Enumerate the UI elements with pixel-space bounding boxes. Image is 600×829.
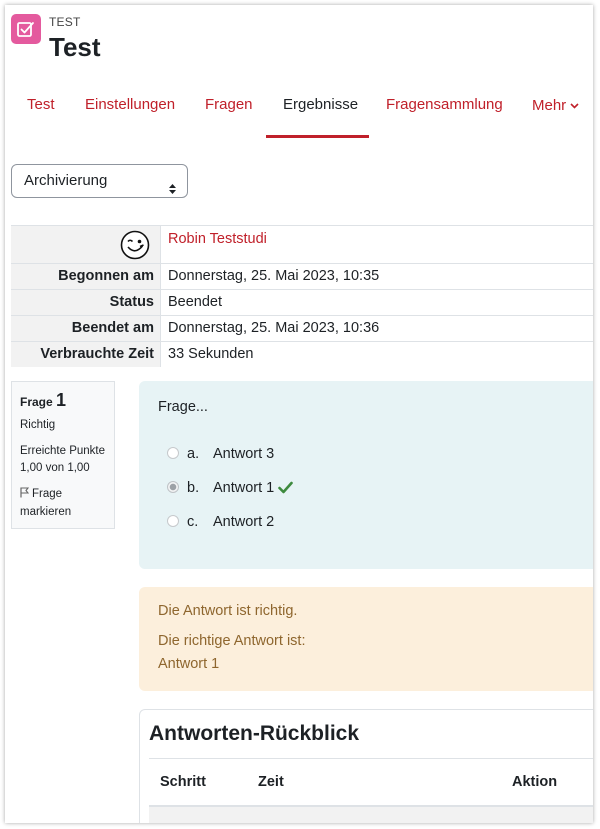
summary-label: Status bbox=[11, 290, 160, 315]
tab-einstellungen[interactable]: Einstellungen bbox=[85, 83, 175, 137]
tab-ergebnisse[interactable]: Ergebnisse bbox=[283, 83, 358, 137]
chevron-down-icon bbox=[570, 83, 579, 127]
summary-value: Donnerstag, 25. Mai 2023, 10:35 bbox=[168, 268, 380, 284]
question-number-value: 1 bbox=[56, 390, 67, 410]
activity-type-label: TEST bbox=[49, 15, 81, 29]
question-content: Frage... a. Antwort 3 b. Antwort 1 c. Antwo… bbox=[139, 381, 593, 569]
question-text: Frage... bbox=[158, 399, 208, 415]
tab-mehr[interactable]: Mehr bbox=[532, 83, 579, 137]
question-number: Frage 1 bbox=[20, 390, 114, 411]
answer-option: c. Antwort 2 bbox=[167, 512, 274, 532]
tab-test[interactable]: Test bbox=[27, 83, 55, 137]
divider bbox=[149, 758, 593, 759]
summary-value: 33 Sekunden bbox=[168, 346, 254, 362]
active-tab-indicator bbox=[266, 135, 369, 138]
answer-option: b. Antwort 1 bbox=[167, 478, 294, 500]
answer-feedback: Die Antwort ist richtig. Die richtige An… bbox=[139, 587, 593, 691]
flag-label-line2: markieren bbox=[20, 506, 72, 518]
answer-text: Antwort 2 bbox=[213, 514, 275, 530]
summary-value: Beendet bbox=[168, 294, 223, 310]
tab-fragensammlung[interactable]: Fragensammlung bbox=[386, 83, 503, 137]
answer-radio[interactable] bbox=[167, 515, 179, 527]
answer-letter: c. bbox=[187, 514, 199, 530]
summary-row: Beendet am Donnerstag, 25. Mai 2023, 10:… bbox=[11, 315, 593, 341]
summary-value: Donnerstag, 25. Mai 2023, 10:36 bbox=[168, 320, 380, 336]
tab-mehr-label: Mehr bbox=[532, 97, 567, 114]
summary-user-link[interactable]: Robin Teststudi bbox=[168, 226, 267, 252]
answer-text: Antwort 3 bbox=[213, 446, 275, 462]
attempt-summary-table: Robin Teststudi Begonnen am Donnerstag, … bbox=[11, 225, 593, 367]
flag-label-line1: Frage bbox=[32, 488, 63, 500]
response-history-title: Antworten-Rückblick bbox=[149, 722, 360, 745]
summary-label: Beendet am bbox=[11, 316, 160, 341]
answer-radio[interactable] bbox=[167, 447, 179, 459]
flag-question-toggle[interactable]: Frage markieren bbox=[20, 486, 114, 521]
summary-row: Begonnen am Donnerstag, 25. Mai 2023, 10… bbox=[11, 263, 593, 289]
table-row bbox=[149, 807, 593, 823]
summary-row: Status Beendet bbox=[11, 289, 593, 315]
question-info: Frage 1 Richtig Erreichte Punkte 1,00 vo… bbox=[11, 381, 115, 529]
page-frame: TEST Test Test Einstellungen Fragen Erge… bbox=[5, 5, 593, 823]
history-column-header: Zeit bbox=[258, 774, 284, 790]
answer-letter: b. bbox=[187, 480, 200, 496]
updown-caret-icon bbox=[168, 175, 177, 207]
report-select[interactable]: Archivierung bbox=[11, 164, 188, 198]
secondary-navigation: Test Einstellungen Fragen Ergebnisse Fra… bbox=[5, 83, 593, 139]
grade-label: Erreichte Punkte bbox=[20, 445, 106, 457]
response-history: Antworten-Rückblick Schritt Zeit Aktion bbox=[139, 709, 593, 823]
answer-radio-selected[interactable] bbox=[167, 481, 179, 493]
flag-icon bbox=[20, 487, 30, 504]
question-grade: Erreichte Punkte 1,00 von 1,00 bbox=[20, 443, 114, 477]
grade-value: 1,00 von 1,00 bbox=[20, 462, 90, 474]
feedback-result: Die Antwort ist richtig. bbox=[158, 603, 298, 619]
page-title: Test bbox=[49, 32, 101, 62]
answer-option: a. Antwort 3 bbox=[167, 444, 274, 464]
checkmark-icon bbox=[278, 480, 294, 500]
question-state: Richtig bbox=[20, 419, 56, 431]
quiz-checkbox-icon bbox=[11, 14, 41, 44]
question-number-label: Frage bbox=[20, 395, 53, 409]
summary-avatar-cell bbox=[11, 226, 160, 263]
history-column-header: Schritt bbox=[160, 774, 206, 790]
correct-answer-label: Die richtige Antwort ist: bbox=[158, 633, 306, 649]
answer-text: Antwort 1 bbox=[213, 480, 275, 496]
summary-row: Verbrauchte Zeit 33 Sekunden bbox=[11, 341, 593, 367]
summary-row-user: Robin Teststudi bbox=[11, 225, 593, 263]
history-column-header: Aktion bbox=[512, 774, 558, 790]
answer-letter: a. bbox=[187, 446, 200, 462]
summary-label: Verbrauchte Zeit bbox=[11, 342, 160, 367]
tab-fragen[interactable]: Fragen bbox=[205, 83, 253, 137]
correct-answer-value: Antwort 1 bbox=[158, 656, 220, 672]
report-select-value: Archivierung bbox=[24, 172, 108, 189]
summary-label: Begonnen am bbox=[11, 264, 160, 289]
